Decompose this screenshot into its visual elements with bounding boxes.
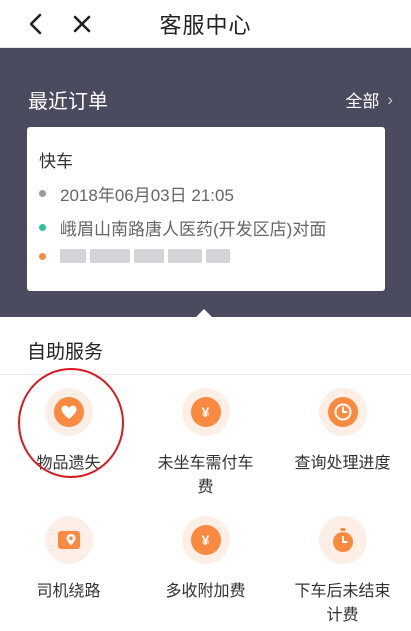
order-time-row: 2018年06月03日 21:05 — [39, 181, 234, 206]
tile-label: 查询处理进度 — [294, 455, 391, 472]
tile-label: 司机绕路 — [36, 583, 101, 600]
tile-extra-charges[interactable]: ¥ 多收附加费 — [137, 516, 274, 604]
all-orders-link[interactable]: 全部 › — [345, 87, 393, 112]
map-marker-icon — [44, 516, 93, 564]
title-bar: 客服中心 — [0, 0, 411, 48]
recent-orders-title: 最近订单 — [28, 91, 108, 113]
stopwatch-icon — [318, 516, 367, 564]
end-dot-icon — [39, 252, 46, 260]
card-pointer — [195, 309, 213, 318]
order-from-row: 峨眉山南路唐人医药(开发区店)对面 — [39, 215, 326, 240]
highlight-ring — [18, 368, 124, 478]
page-title: 客服中心 — [159, 13, 252, 38]
yen-icon: ¥ — [181, 388, 230, 436]
order-card[interactable]: 快车 2018年06月03日 21:05 峨眉山南路唐人医药(开发区店)对面 — [27, 127, 385, 291]
redacted-destination — [60, 249, 230, 263]
clock-icon — [318, 388, 367, 436]
start-dot-icon — [39, 224, 46, 231]
tile-check-progress[interactable]: 查询处理进度 — [274, 388, 411, 476]
yen-icon: ¥ — [181, 516, 230, 564]
order-time: 2018年06月03日 21:05 — [60, 186, 234, 205]
self-service-title: 自助服务 — [27, 342, 104, 363]
order-from: 峨眉山南路唐人医药(开发区店)对面 — [60, 220, 327, 239]
tile-driver-detour[interactable]: 司机绕路 — [0, 516, 137, 604]
recent-orders-section: 最近订单 全部 › 快车 2018年06月03日 21:05 峨眉山南路唐人医药… — [0, 48, 411, 317]
tile-unpaid-ride-fee[interactable]: ¥ 未坐车需付车费 — [137, 388, 274, 500]
tile-label: 下车后未结束计费 — [294, 583, 391, 624]
order-to-row — [39, 249, 230, 263]
chevron-right-icon: › — [387, 89, 393, 109]
tile-meter-not-stopped[interactable]: 下车后未结束计费 — [274, 516, 411, 628]
tile-label: 未坐车需付车费 — [157, 455, 254, 496]
tile-label: 多收附加费 — [165, 583, 246, 600]
order-type: 快车 — [39, 152, 73, 171]
all-orders-label: 全部 — [345, 92, 380, 111]
time-dot-icon — [39, 190, 46, 197]
